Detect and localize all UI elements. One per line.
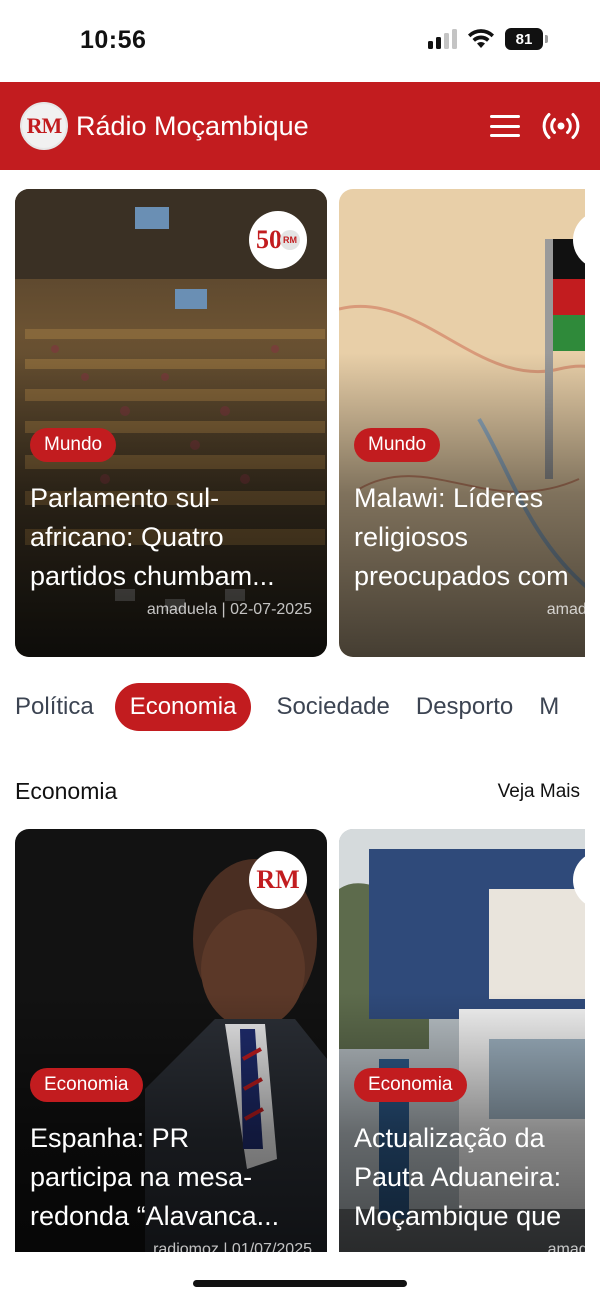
home-indicator[interactable]	[193, 1280, 407, 1287]
app-title: Rádio Moçambique	[76, 110, 309, 141]
fifty-years-badge: 50 RM	[249, 211, 307, 269]
tab-sociedade[interactable]: Sociedade	[263, 683, 402, 731]
category-badge: Economia	[354, 1068, 467, 1102]
status-bar: 10:56 81	[0, 0, 600, 82]
battery-icon: 81	[505, 28, 548, 50]
category-tabs[interactable]: Política Economia Sociedade Desporto M	[0, 683, 600, 731]
category-badge: Mundo	[30, 428, 117, 462]
article-title: Malawi: Líderes religiosos preocupados c…	[354, 483, 569, 591]
economy-card[interactable]: R Economia Actualização da Pauta Aduanei…	[339, 829, 600, 1253]
category-badge: Mundo	[354, 428, 441, 462]
live-radio-icon[interactable]	[542, 111, 580, 141]
economy-carousel[interactable]: RM Economia Espanha: PR participa na mes…	[0, 829, 600, 1253]
wifi-icon	[468, 29, 494, 48]
tab-desporto[interactable]: Desporto	[403, 683, 526, 731]
featured-card[interactable]: 5 Mundo Malawi: Líderes religiosos preoc…	[339, 189, 600, 657]
featured-card[interactable]: 50 RM Mundo Parlamento sul- africano: Qua…	[15, 189, 327, 657]
app-header: RM Rádio Moçambique	[0, 82, 600, 170]
economy-card[interactable]: RM Economia Espanha: PR participa na mes…	[15, 829, 327, 1253]
tab-economia[interactable]: Economia	[114, 683, 252, 731]
hamburger-menu-icon[interactable]	[490, 115, 520, 137]
section-title: Economia	[15, 778, 118, 804]
featured-carousel[interactable]: 50 RM Mundo Parlamento sul- africano: Qua…	[0, 189, 600, 659]
article-meta: amaduela | 02-07-2025	[146, 601, 312, 618]
article-title: Actualização da Pauta Aduaneira: Moçambi…	[354, 1123, 562, 1231]
tab-more[interactable]: M	[526, 683, 572, 731]
category-badge: Economia	[30, 1068, 143, 1102]
app-logo[interactable]: RM	[20, 102, 68, 150]
status-time: 10:56	[80, 26, 147, 54]
cellular-signal-icon	[428, 29, 457, 49]
article-title: Parlamento sul- africano: Quatro partido…	[30, 483, 275, 591]
rm-logo-badge: RM	[249, 851, 307, 909]
status-icons: 81	[428, 28, 548, 50]
tab-politica[interactable]: Política	[15, 683, 107, 731]
article-title: Espanha: PR participa na mesa- redonda “…	[30, 1123, 280, 1231]
battery-level: 81	[505, 28, 543, 50]
bottom-safe-area	[0, 1252, 600, 1300]
see-more-link[interactable]: Veja Mais	[498, 781, 580, 803]
header-actions	[490, 111, 580, 141]
